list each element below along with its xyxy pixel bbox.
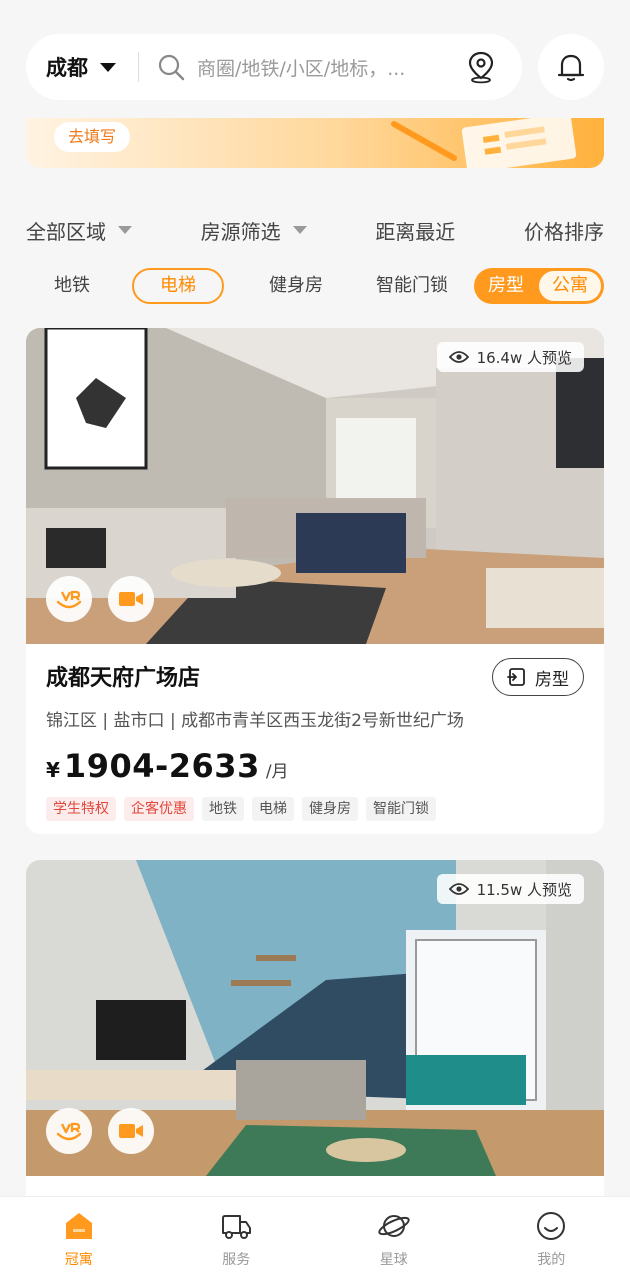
- top-bar: 成都 商圈/地铁/小区/地标，...: [26, 34, 604, 100]
- listing-photo[interactable]: 11.5w 人预览: [26, 860, 604, 1176]
- toggle-room-type[interactable]: 房型: [474, 268, 538, 304]
- listing-photo[interactable]: 16.4w 人预览: [26, 328, 604, 644]
- listing-card[interactable]: 16.4w 人预览 成都天府广场店 房型 锦江区 | 盐市口 | 成都市青羊区西: [26, 328, 604, 834]
- smiley-icon: [537, 1212, 566, 1240]
- nav-home-label: 冠寓: [64, 1252, 93, 1268]
- tag: 电梯: [252, 797, 294, 821]
- nav-service-label: 服务: [222, 1252, 251, 1268]
- vr-icon: [56, 590, 82, 609]
- nav-home[interactable]: 冠寓: [0, 1197, 158, 1280]
- sort-filter[interactable]: 房源筛选: [201, 216, 307, 245]
- video-camera-icon: [119, 1124, 143, 1138]
- vr-tour-button[interactable]: [46, 576, 92, 622]
- sort-distance[interactable]: 距离最近: [375, 216, 455, 245]
- sort-bar: 全部区域 房源筛选 距离最近 价格排序: [26, 212, 604, 248]
- divider: [138, 52, 139, 82]
- search-icon: [158, 54, 185, 81]
- chip-subway[interactable]: 地铁: [30, 268, 114, 304]
- tag: 学生特权: [46, 797, 116, 821]
- video-camera-icon: [119, 592, 143, 606]
- view-count-badge: 16.4w 人预览: [436, 342, 584, 372]
- eye-icon: [448, 351, 469, 363]
- city-selector[interactable]: 成都: [46, 52, 88, 82]
- dropdown-icon: [292, 226, 307, 234]
- vr-icon: [56, 1122, 82, 1141]
- notification-button[interactable]: [538, 34, 604, 100]
- home-icon: [65, 1213, 92, 1239]
- eye-icon: [448, 883, 469, 895]
- sort-distance-label: 距离最近: [375, 219, 456, 244]
- tag: 企客优惠: [124, 797, 194, 821]
- bottom-navigation: 冠寓 服务 星球 我的: [0, 1196, 630, 1280]
- sort-area-label: 全部区域: [26, 219, 106, 244]
- toggle-apartment[interactable]: 公寓: [539, 271, 601, 301]
- map-location-icon[interactable]: [464, 50, 498, 84]
- sort-filter-label: 房源筛选: [200, 219, 281, 244]
- view-count-text: 16.4w 人预览: [476, 348, 572, 367]
- search-input[interactable]: 商圈/地铁/小区/地标，...: [197, 54, 437, 81]
- tag-list: 学生特权 企客优惠 地铁 电梯 健身房 智能门锁: [46, 797, 584, 821]
- floorplan-icon: [507, 668, 525, 686]
- planet-icon: [378, 1215, 410, 1237]
- search-bar[interactable]: 成都 商圈/地铁/小区/地标，...: [26, 34, 522, 100]
- fill-in-button[interactable]: 去填写: [54, 122, 131, 152]
- video-button[interactable]: [108, 1108, 154, 1154]
- nav-service[interactable]: 服务: [158, 1197, 316, 1280]
- price-row: ¥ 1904-2633 /月: [46, 747, 584, 785]
- city-dropdown-icon[interactable]: [100, 62, 116, 72]
- tag: 健身房: [302, 797, 358, 821]
- listing-info: 成都天府广场店 房型 锦江区 | 盐市口 | 成都市青羊区西玉龙街2号新世纪广场…: [26, 644, 604, 834]
- form-illustration: [391, 118, 577, 168]
- tag: 智能门锁: [366, 797, 436, 821]
- promo-banner[interactable]: 去填写: [26, 118, 604, 168]
- bell-icon: [557, 54, 585, 82]
- currency-symbol: ¥: [46, 758, 60, 782]
- floorplan-button[interactable]: 房型: [492, 658, 584, 696]
- price-unit: /月: [265, 762, 289, 782]
- vr-tour-button[interactable]: [46, 1108, 92, 1154]
- price-range: 1904-2633: [63, 747, 260, 785]
- video-button[interactable]: [108, 576, 154, 622]
- listing-address: 锦江区 | 盐市口 | 成都市青羊区西玉龙街2号新世纪广场: [46, 711, 464, 731]
- nav-planet-label: 星球: [379, 1252, 408, 1268]
- sort-price[interactable]: 价格排序: [524, 216, 604, 245]
- chip-elevator[interactable]: 电梯: [132, 268, 224, 304]
- chip-smart-lock[interactable]: 智能门锁: [358, 268, 466, 304]
- nav-mine-label: 我的: [537, 1252, 566, 1268]
- filter-chips: 地铁 电梯 健身房 智能门锁 房型 公寓: [26, 268, 604, 304]
- tag: 地铁: [202, 797, 244, 821]
- sort-price-label: 价格排序: [523, 219, 604, 244]
- chip-gym[interactable]: 健身房: [246, 268, 346, 304]
- nav-mine[interactable]: 我的: [473, 1197, 630, 1280]
- floorplan-label: 房型: [535, 669, 569, 690]
- view-count-badge: 11.5w 人预览: [436, 874, 584, 904]
- dropdown-icon: [118, 226, 132, 234]
- nav-planet[interactable]: 星球: [315, 1197, 473, 1280]
- view-count-text: 11.5w 人预览: [476, 880, 572, 899]
- type-toggle[interactable]: 房型 公寓: [474, 268, 604, 304]
- service-truck-icon: [222, 1215, 252, 1239]
- sort-area[interactable]: 全部区域: [26, 216, 132, 245]
